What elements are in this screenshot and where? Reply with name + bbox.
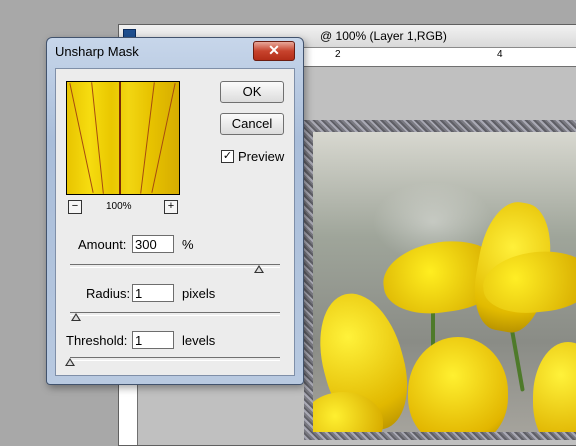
- threshold-unit: levels: [182, 333, 216, 348]
- radius-label: Radius:: [86, 286, 131, 301]
- document-title: @ 100% (Layer 1,RGB): [320, 29, 447, 43]
- radius-unit: pixels: [182, 286, 216, 301]
- amount-unit: %: [182, 237, 194, 252]
- preview-vein: [119, 82, 121, 194]
- threshold-label: Threshold:: [66, 333, 128, 348]
- radius-slider-thumb[interactable]: [71, 313, 82, 321]
- dialog-titlebar[interactable]: Unsharp Mask ✕: [47, 38, 303, 66]
- amount-input[interactable]: 300: [132, 235, 174, 253]
- dialog-body: − 100% + OK Cancel ✓ Preview Amount: 300…: [55, 68, 295, 376]
- ruler-label: 2: [335, 49, 341, 60]
- preview-label: Preview: [238, 149, 285, 164]
- flower-image[interactable]: [313, 132, 576, 432]
- unsharp-mask-dialog: Unsharp Mask ✕ − 100% + OK Cancel ✓ Prev…: [46, 37, 304, 385]
- flower-petal: [408, 337, 508, 432]
- amount-slider-thumb[interactable]: [254, 265, 264, 273]
- ok-button[interactable]: OK: [220, 81, 284, 103]
- amount-slider-track[interactable]: [70, 264, 280, 268]
- radius-input[interactable]: 1: [132, 284, 174, 302]
- threshold-input[interactable]: 1: [132, 331, 174, 349]
- radius-slider-track[interactable]: [70, 312, 280, 316]
- preview-vein: [151, 83, 176, 193]
- close-button[interactable]: ✕: [253, 41, 295, 61]
- cancel-button[interactable]: Cancel: [220, 113, 284, 135]
- ruler-label: 4: [497, 49, 503, 60]
- preview-vein: [140, 82, 155, 194]
- threshold-slider-thumb[interactable]: [65, 358, 75, 366]
- zoom-in-button[interactable]: +: [164, 200, 178, 214]
- preview-checkbox[interactable]: ✓: [221, 150, 234, 163]
- filter-preview[interactable]: [66, 81, 180, 195]
- flower-petal: [533, 342, 576, 432]
- preview-vein: [91, 82, 104, 194]
- threshold-slider-track[interactable]: [70, 357, 280, 361]
- zoom-level: 100%: [106, 201, 132, 212]
- dialog-title: Unsharp Mask: [55, 44, 139, 59]
- preview-vein: [69, 83, 94, 193]
- zoom-out-button[interactable]: −: [68, 200, 82, 214]
- amount-label: Amount:: [78, 237, 127, 252]
